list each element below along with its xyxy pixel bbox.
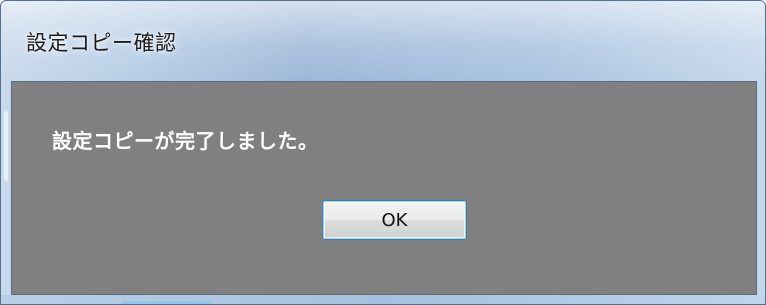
dialog-title: 設定コピー確認 bbox=[26, 31, 177, 55]
ok-button[interactable]: OK bbox=[322, 200, 467, 240]
bottom-accent bbox=[121, 301, 211, 304]
dialog-window: 設定コピー確認 設定コピーが完了しました。 OK bbox=[0, 0, 766, 305]
ok-button-label: OK bbox=[381, 209, 408, 231]
frame-highlight bbox=[4, 111, 8, 181]
bottom-frame bbox=[1, 295, 765, 304]
dialog-body: 設定コピーが完了しました。 OK bbox=[11, 81, 757, 295]
titlebar[interactable]: 設定コピー確認 bbox=[1, 1, 765, 81]
message-text: 設定コピーが完了しました。 bbox=[52, 129, 319, 153]
